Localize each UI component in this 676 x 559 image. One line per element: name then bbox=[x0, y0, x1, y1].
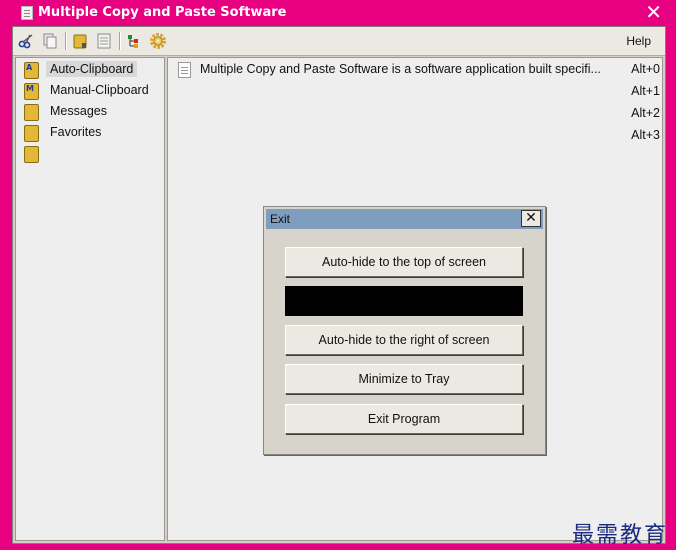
redacted-button[interactable] bbox=[285, 286, 523, 316]
app-icon bbox=[21, 6, 33, 20]
sidebar-item-favorites[interactable]: Favorites bbox=[22, 123, 162, 143]
close-dialog-button[interactable]: ✕ bbox=[521, 210, 541, 227]
watermark: 最需教育 bbox=[571, 523, 668, 548]
document-icon bbox=[178, 62, 191, 78]
sidebar-item-auto-clipboard[interactable]: A Auto-Clipboard bbox=[22, 60, 162, 80]
title-bar[interactable]: Multiple Copy and Paste Software ✕ bbox=[0, 0, 676, 26]
folder-icon bbox=[24, 104, 39, 121]
clip-text: Multiple Copy and Paste Software is a so… bbox=[200, 62, 601, 76]
help-menu[interactable]: Help bbox=[626, 34, 651, 48]
folder-icon: A bbox=[24, 62, 39, 79]
folder-icon bbox=[24, 146, 39, 163]
exit-dialog-title: Exit bbox=[270, 212, 291, 226]
copy-icon[interactable] bbox=[41, 32, 59, 50]
folder-icon bbox=[24, 125, 39, 142]
sidebar-item-label: Manual-Clipboard bbox=[50, 83, 149, 97]
sidebar-item-manual-clipboard[interactable]: M Manual-Clipboard bbox=[22, 81, 162, 101]
sidebar: A Auto-Clipboard M Manual-Clipboard Mess… bbox=[15, 57, 165, 541]
minimize-to-tray-button[interactable]: Minimize to Tray bbox=[285, 364, 523, 394]
close-window-button[interactable]: ✕ bbox=[645, 2, 662, 22]
sidebar-item-label: Auto-Clipboard bbox=[46, 61, 138, 77]
clip-hotkey: Alt+0 bbox=[631, 62, 660, 76]
toolbar-separator bbox=[65, 32, 66, 50]
clip-row[interactable]: Multiple Copy and Paste Software is a so… bbox=[176, 60, 660, 80]
document-icon[interactable] bbox=[95, 32, 113, 50]
clip-row[interactable]: Alt+2 bbox=[176, 104, 660, 124]
sidebar-item-label bbox=[46, 145, 54, 147]
exit-program-button[interactable]: Exit Program bbox=[285, 404, 523, 434]
sidebar-item-messages[interactable]: Messages bbox=[22, 102, 162, 122]
tree-icon[interactable] bbox=[125, 32, 143, 50]
toolbar-separator bbox=[119, 32, 120, 50]
auto-hide-top-button[interactable]: Auto-hide to the top of screen bbox=[285, 247, 523, 277]
auto-hide-right-button[interactable]: Auto-hide to the right of screen bbox=[285, 325, 523, 355]
folder-icon: M bbox=[24, 83, 39, 100]
exit-dialog: Exit ✕ Auto-hide to the top of screen Au… bbox=[263, 206, 546, 455]
folder-icon[interactable] bbox=[71, 32, 89, 50]
window-title: Multiple Copy and Paste Software bbox=[38, 5, 287, 20]
clip-row[interactable]: Alt+1 bbox=[176, 82, 660, 102]
settings-gear-icon[interactable] bbox=[149, 32, 167, 50]
clip-hotkey: Alt+3 bbox=[631, 128, 660, 142]
exit-dialog-title-bar[interactable]: Exit ✕ bbox=[266, 209, 543, 229]
clip-hotkey: Alt+1 bbox=[631, 84, 660, 98]
scissors-icon[interactable] bbox=[17, 32, 35, 50]
sidebar-item-unnamed[interactable] bbox=[22, 144, 162, 164]
clip-row[interactable]: Alt+3 bbox=[176, 126, 660, 146]
toolbar: Help bbox=[13, 27, 665, 56]
sidebar-item-label: Favorites bbox=[50, 125, 102, 139]
sidebar-item-label: Messages bbox=[50, 104, 107, 118]
clip-hotkey: Alt+2 bbox=[631, 106, 660, 120]
